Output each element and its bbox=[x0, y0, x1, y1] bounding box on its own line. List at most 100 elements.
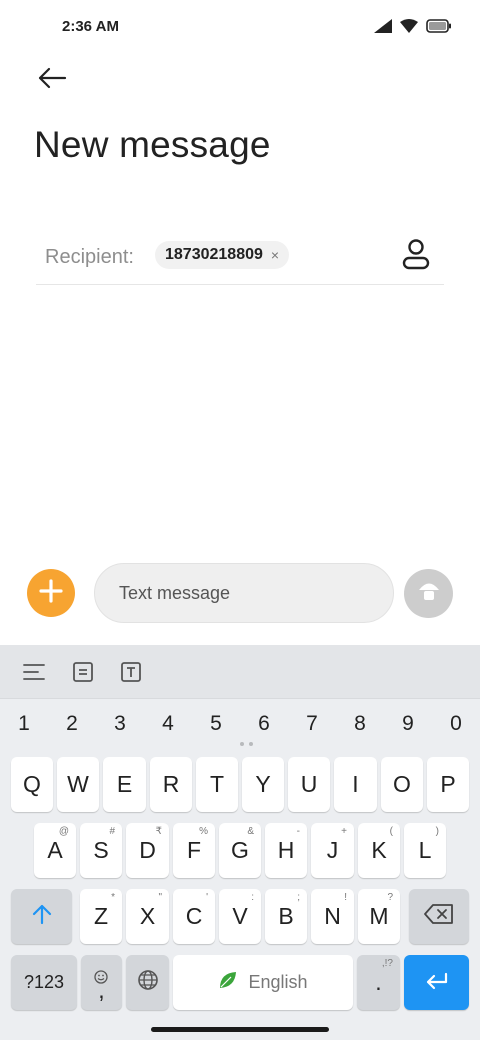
key-v[interactable]: :V bbox=[219, 889, 261, 944]
key-hint: @ bbox=[58, 826, 69, 837]
key-a[interactable]: @ A bbox=[34, 823, 76, 878]
key-o[interactable]: O bbox=[381, 757, 423, 812]
globe-icon bbox=[137, 969, 159, 997]
backspace-icon bbox=[424, 903, 454, 930]
key-hint: + bbox=[341, 826, 347, 837]
add-attachment-button[interactable] bbox=[27, 569, 75, 617]
key-f[interactable]: % F bbox=[173, 823, 215, 878]
key-1[interactable]: 1 bbox=[4, 707, 44, 741]
keyboard-menu-icon[interactable] bbox=[21, 659, 47, 685]
key-label: C bbox=[185, 903, 203, 929]
key-label: X bbox=[139, 903, 156, 929]
key-label: Q bbox=[23, 771, 41, 797]
key-h[interactable]: -H bbox=[265, 823, 307, 878]
key-hint: % bbox=[199, 826, 208, 837]
key-j[interactable]: + J bbox=[311, 823, 354, 878]
send-icon bbox=[417, 579, 441, 608]
key-label: O bbox=[393, 771, 411, 797]
key-label: , bbox=[98, 977, 105, 1003]
key-label: B bbox=[278, 903, 294, 929]
key-e[interactable]: E bbox=[103, 757, 146, 812]
key-y[interactable]: Y bbox=[242, 757, 284, 812]
enter-key[interactable] bbox=[404, 955, 469, 1010]
emoji-comma-key[interactable]: , bbox=[81, 955, 122, 1010]
backspace-key[interactable] bbox=[409, 889, 469, 944]
key-hint: ? bbox=[387, 892, 393, 903]
key-6[interactable]: 6 bbox=[244, 707, 284, 741]
chip-close-icon[interactable]: × bbox=[271, 247, 279, 263]
key-8[interactable]: 8 bbox=[340, 707, 380, 741]
key-c[interactable]: ' C bbox=[173, 889, 215, 944]
clipboard-icon[interactable] bbox=[70, 659, 96, 685]
symbols-key[interactable]: ?123 bbox=[11, 955, 77, 1010]
key-label: E bbox=[116, 771, 133, 797]
status-bar: 2:36 AM bbox=[0, 0, 480, 56]
key-hint: ₹ bbox=[155, 826, 162, 837]
key-label: T bbox=[209, 771, 225, 797]
key-label: G bbox=[231, 837, 249, 863]
key-2[interactable]: 2 bbox=[52, 707, 92, 741]
recipient-chip-text: 18730218809 bbox=[165, 246, 263, 263]
send-button[interactable] bbox=[404, 569, 453, 618]
period-key[interactable]: ,!?. bbox=[357, 955, 400, 1010]
key-hint: * bbox=[111, 892, 115, 903]
enter-arrow-icon bbox=[425, 969, 449, 996]
key-d[interactable]: ₹ D bbox=[126, 823, 169, 878]
plus-icon bbox=[39, 578, 63, 608]
key-q[interactable]: Q bbox=[11, 757, 53, 812]
key-b[interactable]: ; B bbox=[265, 889, 307, 944]
key-r[interactable]: R bbox=[150, 757, 192, 812]
home-indicator[interactable] bbox=[151, 1027, 329, 1032]
page-title: New message bbox=[34, 124, 271, 165]
key-z[interactable]: * Z bbox=[80, 889, 122, 944]
key-p[interactable]: P bbox=[427, 757, 469, 812]
key-label: D bbox=[139, 837, 156, 863]
key-label: R bbox=[162, 771, 180, 797]
key-hint: " bbox=[158, 892, 162, 903]
key-i[interactable]: I bbox=[334, 757, 377, 812]
text-format-icon[interactable] bbox=[118, 659, 144, 685]
key-l[interactable]: ) L bbox=[404, 823, 446, 878]
key-label: A bbox=[47, 837, 63, 863]
text-message-field[interactable] bbox=[94, 563, 394, 623]
key-0[interactable]: 0 bbox=[436, 707, 476, 741]
language-key[interactable] bbox=[126, 955, 169, 1010]
key-label: J bbox=[326, 837, 339, 863]
key-label: ?123 bbox=[23, 972, 65, 992]
back-arrow-icon bbox=[37, 67, 67, 94]
recipient-label: Recipient: bbox=[45, 246, 134, 268]
key-hint: ) bbox=[435, 826, 439, 837]
key-u[interactable]: U bbox=[288, 757, 330, 812]
key-9[interactable]: 9 bbox=[388, 707, 428, 741]
status-time: 2:36 AM bbox=[62, 18, 119, 35]
recipient-row[interactable]: Recipient: 18730218809 × bbox=[36, 232, 444, 285]
key-5[interactable]: 5 bbox=[196, 707, 236, 741]
key-label: N bbox=[324, 903, 341, 929]
key-3[interactable]: 3 bbox=[100, 707, 140, 741]
key-t[interactable]: T bbox=[196, 757, 238, 812]
text-message-input[interactable] bbox=[119, 582, 393, 604]
key-s[interactable]: # S bbox=[80, 823, 122, 878]
key-label: U bbox=[300, 771, 318, 797]
compose-bar bbox=[0, 560, 480, 626]
key-7[interactable]: 7 bbox=[292, 707, 332, 741]
key-g[interactable]: & G bbox=[219, 823, 261, 878]
shift-key[interactable] bbox=[11, 889, 72, 944]
space-key[interactable]: English bbox=[173, 955, 353, 1010]
key-k[interactable]: (K bbox=[358, 823, 400, 878]
key-4[interactable]: 4 bbox=[148, 707, 188, 741]
key-label: F bbox=[186, 837, 202, 863]
recipient-chip[interactable]: 18730218809 × bbox=[155, 241, 290, 269]
key-label: P bbox=[440, 771, 456, 797]
key-label: L bbox=[418, 837, 432, 863]
key-m[interactable]: ? M bbox=[358, 889, 400, 944]
key-hint: ! bbox=[344, 892, 347, 903]
key-label: S bbox=[93, 837, 109, 863]
back-button[interactable] bbox=[32, 62, 72, 98]
contact-person-icon bbox=[402, 238, 430, 275]
contacts-button[interactable] bbox=[400, 238, 432, 274]
status-icons bbox=[374, 19, 452, 38]
key-w[interactable]: W bbox=[57, 757, 99, 812]
key-x[interactable]: " X bbox=[126, 889, 169, 944]
key-n[interactable]: ! N bbox=[311, 889, 354, 944]
